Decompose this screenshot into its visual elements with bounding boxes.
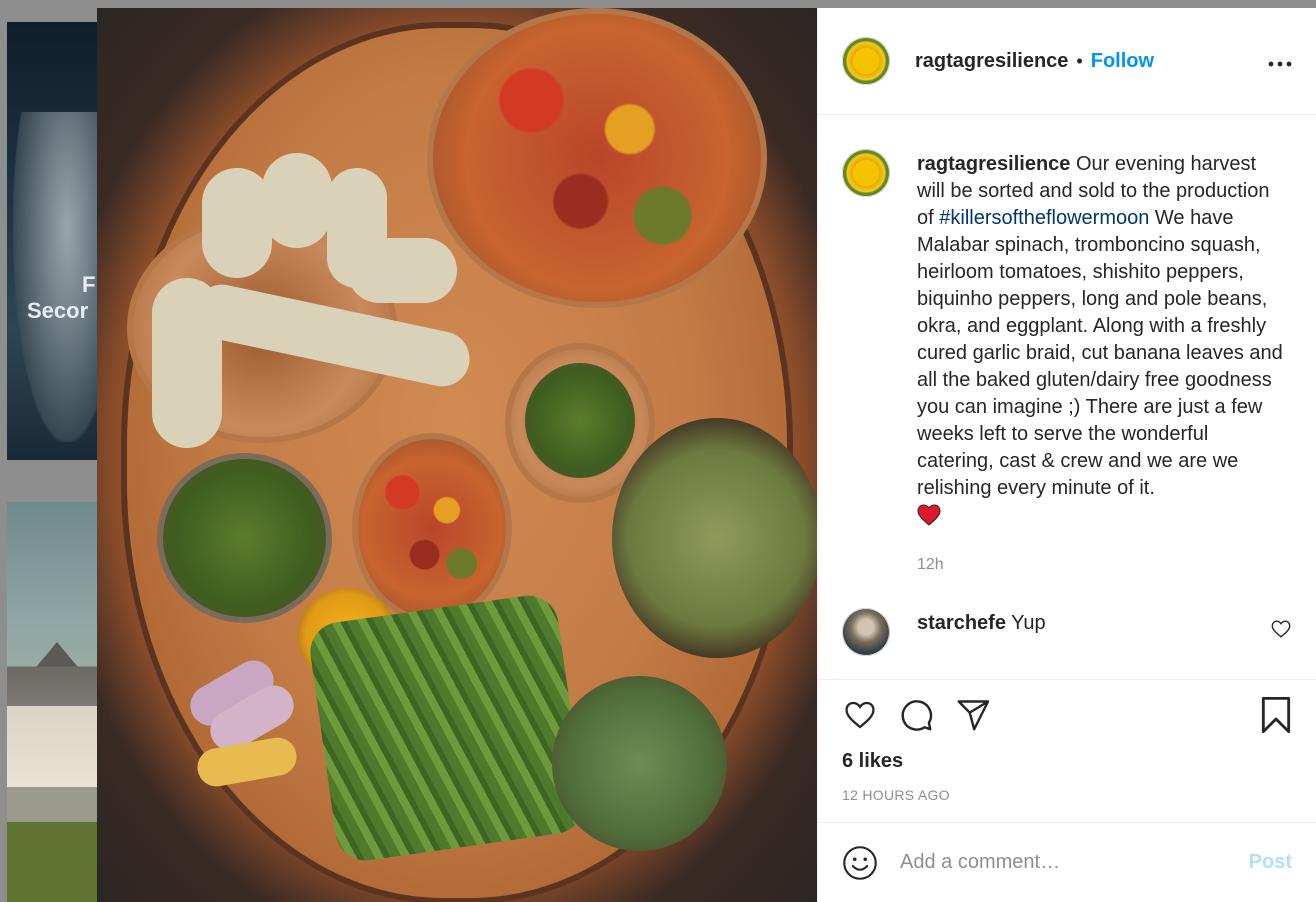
feed-image-lawn	[7, 822, 97, 902]
comments-section[interactable]: ragtagresilience Our evening harvest wil…	[818, 115, 1316, 679]
caption-text: We have Malabar spinach, tromboncino squ…	[917, 207, 1283, 499]
beans-bowl	[612, 418, 817, 658]
feed-card-text: Secor	[27, 298, 89, 323]
feed-image-house	[7, 652, 97, 832]
like-icon[interactable]	[842, 698, 878, 732]
more-options-icon[interactable]	[1268, 55, 1292, 67]
commenter-avatar[interactable]	[842, 608, 890, 656]
comment-like-icon[interactable]	[1270, 618, 1292, 640]
post-timestamp[interactable]: 12 HOURS AGO	[842, 787, 1292, 803]
add-comment-bar: Post	[818, 822, 1316, 902]
comment-input[interactable]	[900, 851, 1249, 874]
author-avatar[interactable]	[842, 149, 890, 197]
caption-hashtag[interactable]: #killersoftheflowermoon	[939, 207, 1149, 229]
caption-username[interactable]: ragtagresilience	[917, 153, 1070, 175]
comment-icon[interactable]	[898, 697, 934, 733]
squash	[152, 278, 222, 448]
caption-time: 12h	[917, 556, 944, 573]
post-header: ragtagresilience • Follow	[818, 8, 1316, 115]
author-username[interactable]: ragtagresilience	[915, 50, 1068, 73]
emoji-icon[interactable]	[842, 845, 878, 881]
comment-username[interactable]: starchefe	[917, 612, 1006, 634]
spinach-bowl	[552, 676, 727, 851]
separator-dot: •	[1076, 50, 1083, 71]
save-bookmark-icon[interactable]	[1260, 696, 1292, 734]
squash	[347, 238, 457, 303]
comment-item: starchefe Yup	[842, 608, 1292, 656]
post-photo[interactable]	[97, 8, 817, 902]
post-sidebar: ragtagresilience • Follow ragtagresilien…	[817, 8, 1316, 902]
squash	[262, 153, 332, 248]
feed-card-text: F	[82, 272, 96, 297]
background-feed-card-2	[7, 502, 97, 902]
caption-body: ragtagresilience Our evening harvest wil…	[917, 151, 1287, 534]
comment-body: Yup	[1011, 612, 1046, 634]
post-modal: ragtagresilience • Follow ragtagresilien…	[97, 8, 1316, 902]
caption: ragtagresilience Our evening harvest wil…	[842, 133, 1292, 534]
green-tomatoes	[525, 363, 635, 478]
comment-text: starchefe Yup	[917, 612, 1270, 635]
tomato-basket	[427, 8, 767, 308]
follow-button[interactable]: Follow	[1091, 50, 1154, 73]
background-feed-card-1: F Secor	[7, 22, 97, 460]
post-actions: 6 likes 12 HOURS AGO	[818, 679, 1316, 822]
small-tomato-basket	[352, 433, 512, 623]
author-avatar[interactable]	[842, 37, 890, 85]
share-icon[interactable]	[954, 697, 992, 733]
shishito-peppers-bowl	[157, 453, 332, 623]
caption-emoji	[917, 502, 1287, 534]
okra-pile	[306, 591, 588, 865]
likes-count[interactable]: 6 likes	[842, 750, 1292, 773]
post-comment-button[interactable]: Post	[1249, 851, 1292, 874]
action-icons	[842, 696, 1292, 734]
